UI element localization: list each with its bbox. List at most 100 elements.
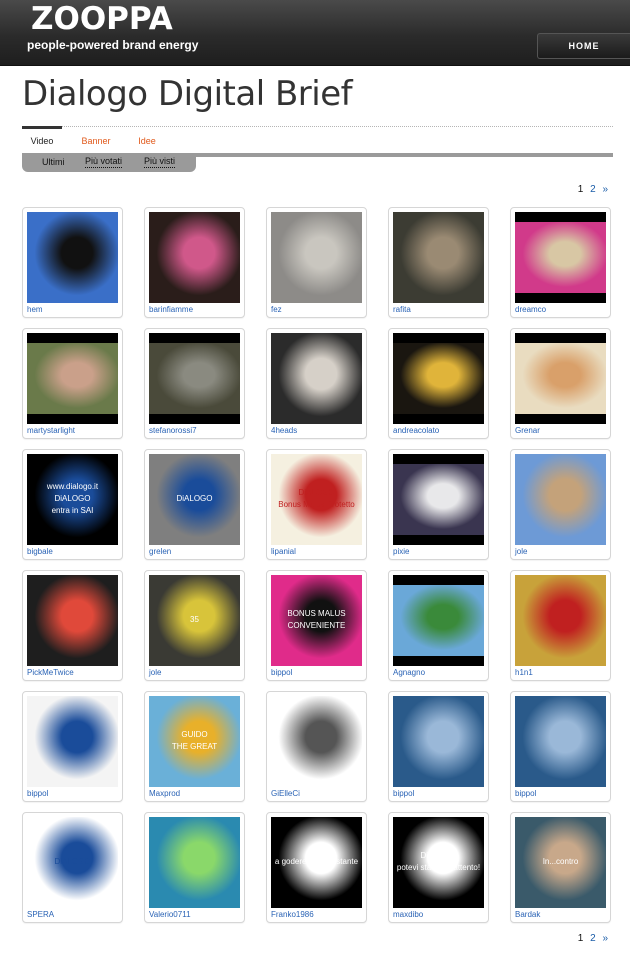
video-thumbnail[interactable] (515, 696, 606, 787)
video-card[interactable]: martystarlight (22, 328, 123, 439)
video-thumbnail[interactable] (149, 333, 240, 424)
video-card[interactable]: 4heads (266, 328, 367, 439)
video-thumbnail[interactable] (393, 696, 484, 787)
video-card[interactable]: 35 jole (144, 570, 245, 681)
video-thumbnail[interactable] (271, 212, 362, 303)
video-author-link[interactable]: Valerio0711 (149, 910, 191, 919)
video-author-link[interactable]: SPERA (27, 910, 54, 919)
video-author-link[interactable]: grelen (149, 547, 171, 556)
video-author-link[interactable]: bigbale (27, 547, 53, 556)
video-card[interactable]: hem (22, 207, 123, 318)
video-author-link[interactable]: lipanial (271, 547, 296, 556)
video-card[interactable]: www.dialogo.it DiALOGO entra in SAI bigbale (22, 449, 123, 560)
video-author-link[interactable]: pixie (393, 547, 409, 556)
video-card[interactable]: Valerio0711 (144, 812, 245, 923)
video-author-link[interactable]: rafita (393, 305, 411, 314)
video-thumbnail[interactable] (149, 212, 240, 303)
video-author-link[interactable]: hem (27, 305, 43, 314)
sort-most-viewed[interactable]: Più visti (144, 155, 176, 168)
video-author-link[interactable]: stefanorossi7 (149, 426, 197, 435)
video-author-link[interactable]: jole (515, 547, 527, 556)
video-thumbnail[interactable] (27, 333, 118, 424)
video-card[interactable]: jole (510, 449, 611, 560)
video-thumbnail[interactable] (149, 817, 240, 908)
video-author-link[interactable]: Maxprod (149, 789, 180, 798)
video-thumbnail[interactable] (27, 575, 118, 666)
video-author-link[interactable]: 4heads (271, 426, 297, 435)
video-author-link[interactable]: h1n1 (515, 668, 533, 677)
page-next-arrow[interactable]: » (602, 933, 608, 944)
video-card[interactable]: PickMeTwice (22, 570, 123, 681)
video-thumbnail[interactable] (393, 454, 484, 545)
video-card[interactable]: fez (266, 207, 367, 318)
video-author-link[interactable]: bippol (393, 789, 414, 798)
sort-latest[interactable]: Ultimi (42, 155, 65, 169)
video-thumbnail[interactable] (27, 696, 118, 787)
video-thumbnail[interactable] (515, 333, 606, 424)
page-next-arrow[interactable]: » (602, 184, 608, 195)
video-author-link[interactable]: martystarlight (27, 426, 75, 435)
home-nav-button[interactable]: HOME (537, 33, 630, 59)
video-card[interactable]: barinfiamme (144, 207, 245, 318)
video-thumbnail[interactable] (271, 696, 362, 787)
video-card[interactable]: a godere di ogni istante Franko1986 (266, 812, 367, 923)
video-card[interactable]: DiALOGO SPERA (22, 812, 123, 923)
zooppa-logo[interactable]: ZOOPPA (31, 1, 173, 37)
video-card[interactable]: andreacolato (388, 328, 489, 439)
video-author-link[interactable]: bippol (515, 789, 536, 798)
tab-idee[interactable]: Idee (130, 126, 164, 154)
video-thumbnail[interactable]: a godere di ogni istante (271, 817, 362, 908)
video-thumbnail[interactable] (515, 212, 606, 303)
video-thumbnail[interactable] (27, 212, 118, 303)
video-card[interactable]: dreamco (510, 207, 611, 318)
video-thumbnail[interactable]: GUIDO THE GREAT (149, 696, 240, 787)
video-author-link[interactable]: PickMeTwice (27, 668, 74, 677)
video-card[interactable]: bippol (388, 691, 489, 802)
video-card[interactable]: BONUS MALUS CONVENIENTE bippol (266, 570, 367, 681)
video-thumbnail[interactable] (393, 333, 484, 424)
video-author-link[interactable]: GiElleCi (271, 789, 300, 798)
video-card[interactable]: rafita (388, 207, 489, 318)
video-card[interactable]: stefanorossi7 (144, 328, 245, 439)
video-thumbnail[interactable] (393, 575, 484, 666)
video-thumbnail[interactable] (515, 454, 606, 545)
video-card[interactable]: bippol (510, 691, 611, 802)
video-thumbnail[interactable]: BONUS MALUS CONVENIENTE (271, 575, 362, 666)
video-author-link[interactable]: jole (149, 668, 161, 677)
video-author-link[interactable]: bippol (27, 789, 48, 798)
tab-video[interactable]: Video (22, 126, 62, 154)
video-author-link[interactable]: fez (271, 305, 282, 314)
video-card[interactable]: pixie (388, 449, 489, 560)
video-card[interactable]: GUIDO THE GREAT Maxprod (144, 691, 245, 802)
page-link-2[interactable]: 2 (590, 933, 596, 944)
video-card[interactable]: DiALOGO Bonus Malus Protetto lipanial (266, 449, 367, 560)
video-card[interactable]: h1n1 (510, 570, 611, 681)
page-link-2[interactable]: 2 (590, 184, 596, 195)
video-thumbnail[interactable] (271, 333, 362, 424)
video-thumbnail[interactable]: 35 (149, 575, 240, 666)
video-thumbnail[interactable]: In...contro (515, 817, 606, 908)
video-card[interactable]: DiALOGO grelen (144, 449, 245, 560)
video-author-link[interactable]: dreamco (515, 305, 546, 314)
video-card[interactable]: In...contro Bardak (510, 812, 611, 923)
video-card[interactable]: Grenar (510, 328, 611, 439)
video-author-link[interactable]: barinfiamme (149, 305, 193, 314)
video-thumbnail[interactable]: DiALOGO Bonus Malus Protetto (271, 454, 362, 545)
video-thumbnail[interactable] (393, 212, 484, 303)
video-author-link[interactable]: Bardak (515, 910, 540, 919)
sort-most-voted[interactable]: Più votati (85, 155, 123, 168)
video-author-link[interactable]: bippol (271, 668, 292, 677)
tab-banner[interactable]: Banner (72, 126, 120, 154)
video-author-link[interactable]: Franko1986 (271, 910, 314, 919)
video-card[interactable]: DiALOGO potevi stare più attento! maxdibo (388, 812, 489, 923)
video-author-link[interactable]: Agnagno (393, 668, 425, 677)
video-author-link[interactable]: andreacolato (393, 426, 439, 435)
video-card[interactable]: Agnagno (388, 570, 489, 681)
video-card[interactable]: bippol (22, 691, 123, 802)
video-thumbnail[interactable] (515, 575, 606, 666)
video-thumbnail[interactable]: DiALOGO (149, 454, 240, 545)
video-author-link[interactable]: maxdibo (393, 910, 423, 919)
video-thumbnail[interactable]: DiALOGO potevi stare più attento! (393, 817, 484, 908)
video-card[interactable]: GiElleCi (266, 691, 367, 802)
video-thumbnail[interactable]: DiALOGO (27, 817, 118, 908)
